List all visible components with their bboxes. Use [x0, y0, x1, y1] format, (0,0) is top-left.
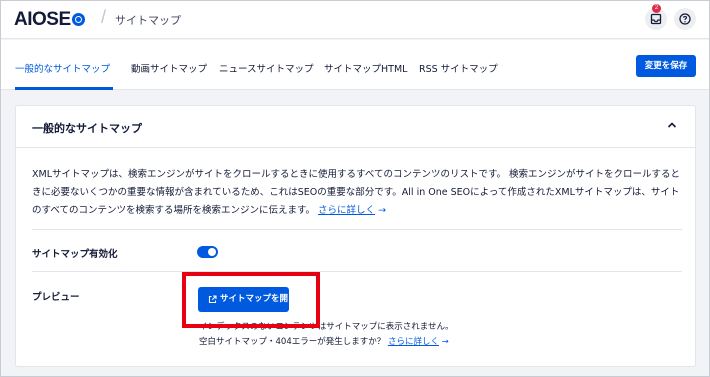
enable-sitemap-toggle[interactable]: [197, 246, 218, 258]
preview-label: プレビュー: [32, 292, 80, 303]
active-tab-indicator: [15, 87, 113, 90]
tab-video-sitemap[interactable]: 動画サイトマップ: [131, 61, 207, 75]
help-button[interactable]: [674, 8, 696, 30]
card-title: 一般的なサイトマップ: [32, 122, 142, 135]
logo-gear-icon: [71, 13, 85, 26]
learn-more-link-2[interactable]: さらに詳しく: [388, 337, 439, 347]
general-sitemap-card: 一般的なサイトマップ XMLサイトマップは、検索エンジンがサイトをクロールすると…: [15, 105, 696, 367]
aioseo-logo[interactable]: AIOSE: [14, 9, 85, 31]
inbox-icon: [650, 13, 662, 25]
sitemap-tabs: 一般的なサイトマップ 動画サイトマップ ニュースサイトマップ サイトマップHTM…: [1, 40, 709, 90]
help-icon: [679, 13, 691, 25]
arrow-right-icon: →: [378, 205, 387, 216]
card-header[interactable]: 一般的なサイトマップ: [16, 106, 695, 148]
highlight-box: [182, 272, 320, 328]
tab-news-sitemap[interactable]: ニュースサイトマップ: [219, 61, 314, 75]
top-header: AIOSE / サイトマップ 2: [1, 1, 709, 39]
toggle-knob: [208, 248, 216, 256]
enable-sitemap-label: サイトマップ有効化: [32, 249, 118, 260]
tab-general-sitemap[interactable]: 一般的なサイトマップ: [15, 61, 110, 75]
tab-html-sitemap[interactable]: サイトマップHTML: [324, 61, 407, 75]
tab-rss-sitemap[interactable]: RSS サイトマップ: [419, 61, 498, 75]
blank-sitemap-note: 空白サイトマップ・404エラーが発生しますか？ さらに詳しく →: [199, 335, 449, 347]
chevron-up-icon[interactable]: [667, 121, 677, 129]
save-changes-button[interactable]: 変更を保存: [636, 55, 696, 77]
divider: [32, 229, 682, 230]
notification-badge: 2: [652, 4, 661, 13]
arrow-right-icon: →: [441, 337, 449, 347]
divider: [32, 271, 682, 272]
sitemap-description: XMLサイトマップは、検索エンジンがサイトをクロールするときに使用するすべてのコ…: [32, 166, 686, 220]
blank-sitemap-question: 空白サイトマップ・404エラーが発生しますか？: [199, 337, 386, 347]
breadcrumb-separator: /: [101, 7, 107, 27]
page-title: サイトマップ: [115, 14, 181, 27]
learn-more-link[interactable]: さらに詳しく: [318, 205, 375, 216]
